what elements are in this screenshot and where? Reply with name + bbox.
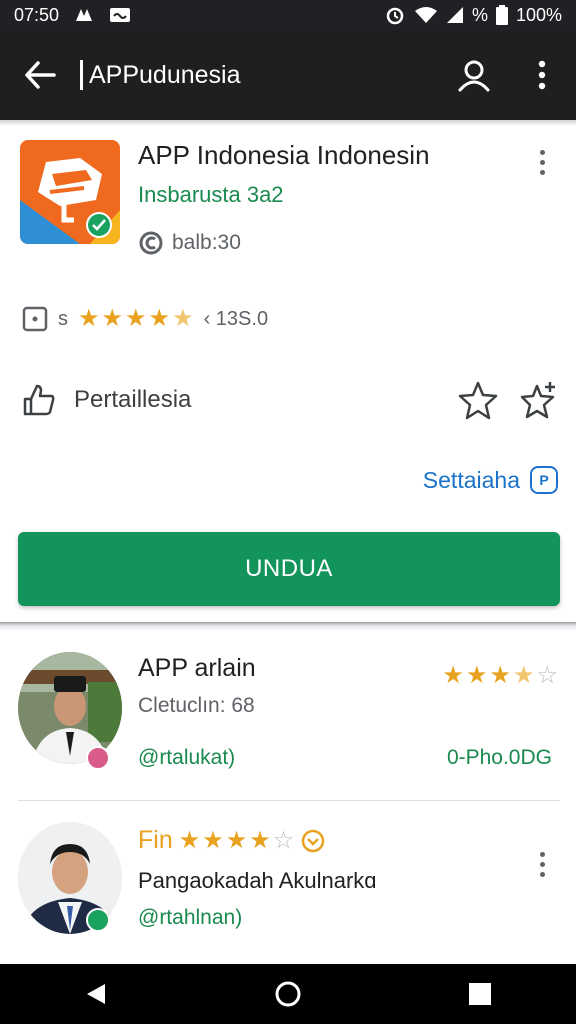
- star-icon: ★: [489, 662, 511, 689]
- app-meta-text: balb:30: [172, 231, 241, 254]
- rating-prefix: s: [58, 307, 68, 330]
- star-icon: ★: [442, 662, 464, 689]
- app-meta: balb:30: [138, 230, 241, 256]
- person-icon: [458, 60, 490, 92]
- nav-recents-button[interactable]: [440, 964, 520, 1024]
- item-title: APP arlain: [138, 654, 256, 682]
- settings-badge-icon: P: [530, 466, 558, 494]
- feature-label: Pertaillesia: [74, 386, 192, 413]
- search-field[interactable]: APPudunesia: [80, 60, 241, 90]
- thumbs-up-icon[interactable]: [22, 383, 56, 417]
- item-title-stars: ★ ★ ★ ★ ☆: [178, 826, 295, 854]
- list-divider: [18, 800, 560, 801]
- verified-icon: [86, 908, 110, 932]
- star-icon: ★: [202, 826, 224, 854]
- star-icon: ☆: [536, 662, 558, 689]
- star-icon: ★: [148, 305, 171, 332]
- item-price: 0-Pho.0DG: [446, 746, 552, 769]
- nav-home-button[interactable]: [248, 964, 328, 1024]
- settings-label: Settaiaha: [422, 466, 520, 493]
- expand-circle-icon[interactable]: [300, 828, 326, 854]
- notification-app-icon: [73, 6, 95, 24]
- list-item[interactable]: APP arlain Cletuclın: 68 @rtalukat) ★ ★ ★ ★…: [0, 636, 576, 800]
- battery-icon: [495, 5, 508, 25]
- percent-indicator: %: [471, 4, 488, 25]
- circle-home-icon: [275, 981, 301, 1007]
- wifi-icon: [414, 6, 438, 24]
- item-link[interactable]: @rtalukat): [138, 746, 235, 770]
- app-detail-card: APP Indonesia Indonesin Insbarusta 3a2 b…: [0, 126, 576, 626]
- signal-icon: [446, 6, 464, 24]
- page-title: APPudunesia: [89, 60, 241, 89]
- nav-back-button[interactable]: [56, 964, 136, 1024]
- star-icon: ★: [101, 305, 124, 332]
- item-more-button[interactable]: [527, 844, 557, 884]
- content-rating-icon: [139, 231, 163, 255]
- item-subtitle: Pangaokadah Akulnarkɑ: [138, 868, 377, 893]
- star-icon: ★: [512, 662, 535, 689]
- app-bar: APPudunesia: [0, 30, 576, 120]
- star-icon: ★: [225, 826, 248, 854]
- install-button[interactable]: UNDUA: [18, 532, 560, 606]
- settings-link[interactable]: Settaiaha P: [423, 466, 558, 494]
- star-icon: ★: [178, 826, 201, 854]
- item-rating-stars: ★ ★ ★ ★ ☆: [442, 664, 558, 688]
- wishlist-add-icon[interactable]: [520, 380, 558, 420]
- account-button[interactable]: [440, 30, 508, 120]
- app-title: APP Indonesia Indonesin: [138, 140, 430, 170]
- list-item[interactable]: Fin ★ ★ ★ ★ ☆ Pangaokadah Akulnarkɑ @rtahlna…: [0, 806, 576, 964]
- app-more-button[interactable]: [527, 142, 557, 182]
- verified-icon: [86, 212, 112, 238]
- back-button[interactable]: [0, 30, 80, 120]
- star-icon: ★: [465, 662, 488, 689]
- age-rating-icon: [22, 306, 48, 332]
- avatar: [18, 652, 122, 764]
- status-time: 07:50: [14, 4, 60, 25]
- star-outline-icon[interactable]: [458, 380, 498, 420]
- arrow-back-icon: [25, 61, 56, 89]
- navigation-bar: [0, 964, 576, 1024]
- alarm-icon: [384, 5, 406, 25]
- rating-row: s ★ ★ ★ ★ ★ ‹ 13S.0: [22, 306, 268, 332]
- more-vert-icon: [538, 60, 546, 90]
- star-icon: ★: [125, 305, 147, 332]
- item-link[interactable]: @rtahlnan): [138, 906, 242, 930]
- app-icon[interactable]: [20, 140, 120, 244]
- item-title-prefix: Fin: [138, 826, 173, 854]
- notification-message-icon: [109, 6, 131, 24]
- item-title-row: Fin ★ ★ ★ ★ ☆: [138, 826, 326, 855]
- badge-icon: [86, 746, 110, 770]
- feature-row: Pertaillesia: [22, 380, 558, 420]
- triangle-back-icon: [87, 984, 105, 1004]
- rating-stars: ★ ★ ★ ★ ★: [78, 307, 194, 331]
- overflow-menu-button[interactable]: [508, 30, 576, 120]
- square-recents-icon: [469, 983, 491, 1005]
- star-icon: ★: [172, 305, 194, 332]
- status-bar: 07:50 % 100%: [0, 0, 576, 30]
- star-icon: ★: [249, 826, 271, 854]
- rating-count: ‹ 13S.0: [203, 307, 269, 330]
- section-divider: [0, 622, 576, 632]
- star-icon: ★: [78, 305, 100, 332]
- developer-link[interactable]: Insbarusta 3a2: [138, 182, 284, 208]
- text-cursor: [80, 60, 83, 90]
- item-subtitle: Cletuclın: 68: [138, 694, 255, 717]
- battery-text: 100%: [515, 4, 562, 25]
- star-icon: ☆: [272, 826, 295, 854]
